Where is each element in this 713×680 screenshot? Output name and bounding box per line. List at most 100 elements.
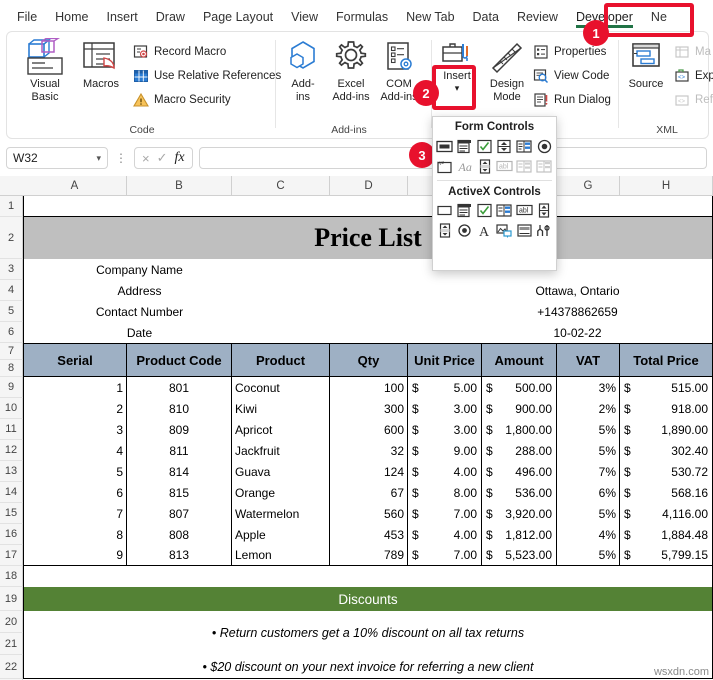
info-label-date[interactable]: Date (23, 322, 255, 343)
combo-list-edit-icon[interactable] (515, 157, 533, 175)
column-header-d[interactable]: D (330, 176, 408, 196)
table-header-product[interactable]: Product (232, 343, 330, 377)
discount-line-1[interactable]: • Return customers get a 10% discount on… (23, 611, 713, 655)
cell-total[interactable]: $515.00 (620, 377, 713, 398)
column-header-b[interactable]: B (127, 176, 232, 196)
cell-vat[interactable]: 7% (557, 461, 620, 482)
tab-next[interactable]: Ne (642, 4, 676, 29)
row-header-6[interactable]: 6 (0, 322, 23, 343)
cell-amount[interactable]: $5,523.00 (482, 545, 557, 566)
toggle-button-icon[interactable] (515, 221, 533, 239)
tab-home[interactable]: Home (46, 4, 97, 29)
scroll-bar-icon[interactable] (476, 157, 494, 175)
row-header-18[interactable]: 18 (0, 566, 23, 587)
info-value-contact-number[interactable]: +14378862659 (443, 301, 713, 322)
macro-security-button[interactable]: Macro Security (133, 92, 231, 108)
cell-serial[interactable]: 8 (23, 524, 127, 545)
cell-product[interactable]: Orange (232, 482, 330, 503)
cell-serial[interactable]: 3 (23, 419, 127, 440)
command-button-icon[interactable] (436, 201, 454, 219)
cell-code[interactable]: 807 (127, 503, 232, 524)
cell-code[interactable]: 809 (127, 419, 232, 440)
cell-unit[interactable]: $9.00 (408, 440, 482, 461)
macros-button[interactable]: Macros (73, 38, 129, 91)
row-header-22[interactable]: 22 (0, 655, 23, 679)
row-header-15[interactable]: 15 (0, 503, 23, 524)
option-button-icon[interactable] (456, 221, 474, 239)
cell-qty[interactable]: 124 (330, 461, 408, 482)
row-header-8[interactable]: 8 (0, 360, 23, 377)
cell-unit[interactable]: $7.00 (408, 545, 482, 566)
cell-product[interactable]: Apricot (232, 419, 330, 440)
column-header-h[interactable]: H (620, 176, 713, 196)
table-header-unit-price[interactable]: Unit Price (408, 343, 482, 377)
price-list-title[interactable]: Price List (23, 217, 713, 259)
cell-code[interactable]: 801 (127, 377, 232, 398)
cell-code[interactable]: 814 (127, 461, 232, 482)
column-header-g[interactable]: G (557, 176, 620, 196)
row-header-21[interactable]: 21 (0, 633, 23, 655)
cancel-icon[interactable]: × (142, 151, 150, 166)
info-label-company-name[interactable]: Company Name (23, 259, 255, 280)
discounts-banner[interactable]: Discounts (23, 587, 713, 611)
cell-qty[interactable]: 100 (330, 377, 408, 398)
cell-serial[interactable]: 9 (23, 545, 127, 566)
cell-serial[interactable]: 2 (23, 398, 127, 419)
cell-amount[interactable]: $496.00 (482, 461, 557, 482)
cell-serial[interactable]: 6 (23, 482, 127, 503)
image-icon[interactable] (496, 221, 514, 239)
table-header-amount[interactable]: Amount (482, 343, 557, 377)
combo-box-icon[interactable] (456, 137, 474, 155)
cell-vat[interactable]: 5% (557, 545, 620, 566)
info-label-address[interactable]: Address (23, 280, 255, 301)
cell-serial[interactable]: 7 (23, 503, 127, 524)
cell-amount[interactable]: $900.00 (482, 398, 557, 419)
row-header-10[interactable]: 10 (0, 398, 23, 419)
cell-serial[interactable]: 4 (23, 440, 127, 461)
row-header-12[interactable]: 12 (0, 440, 23, 461)
name-box-chevron-icon[interactable]: ▾ (96, 153, 101, 164)
cell-total[interactable]: $1,884.48 (620, 524, 713, 545)
chevron-down-icon[interactable]: ▾ (435, 83, 479, 93)
cell-qty[interactable]: 789 (330, 545, 408, 566)
row-header-16[interactable]: 16 (0, 524, 23, 545)
cell-total[interactable]: $4,116.00 (620, 503, 713, 524)
run-dialog-button[interactable]: Run Dialog (533, 92, 611, 108)
cell-product[interactable]: Apple (232, 524, 330, 545)
cell-product[interactable]: Guava (232, 461, 330, 482)
cell-code[interactable]: 808 (127, 524, 232, 545)
cell-total[interactable]: $568.16 (620, 482, 713, 503)
cell-product[interactable]: Watermelon (232, 503, 330, 524)
cell-total[interactable]: $5,799.15 (620, 545, 713, 566)
row-header-20[interactable]: 20 (0, 611, 23, 633)
table-header-vat[interactable]: VAT (557, 343, 620, 377)
cell-unit[interactable]: $4.00 (408, 461, 482, 482)
tab-view[interactable]: View (282, 4, 327, 29)
cell-total[interactable]: $1,890.00 (620, 419, 713, 440)
cell-unit[interactable]: $3.00 (408, 419, 482, 440)
refresh-data-button[interactable]: <> Ref (674, 92, 713, 108)
cell-unit[interactable]: $7.00 (408, 503, 482, 524)
text-box-icon[interactable]: abl (515, 201, 533, 219)
tab-new-tab[interactable]: New Tab (397, 4, 463, 29)
table-header-total-price[interactable]: Total Price (620, 343, 713, 377)
column-header-a[interactable]: A (23, 176, 127, 196)
info-label-contact-number[interactable]: Contact Number (23, 301, 255, 322)
cell-qty[interactable]: 453 (330, 524, 408, 545)
cell-serial[interactable]: 5 (23, 461, 127, 482)
cell-code[interactable]: 810 (127, 398, 232, 419)
cell-amount[interactable]: $1,812.00 (482, 524, 557, 545)
spin-button-icon[interactable] (535, 201, 553, 219)
cell-amount[interactable]: $288.00 (482, 440, 557, 461)
tab-file[interactable]: File (8, 4, 46, 29)
tab-insert[interactable]: Insert (98, 4, 147, 29)
row-header-14[interactable]: 14 (0, 482, 23, 503)
insert-function-icon[interactable]: fx (175, 150, 185, 166)
check-box-icon[interactable] (476, 201, 494, 219)
spin-button-icon[interactable] (496, 137, 514, 155)
cell-product[interactable]: Kiwi (232, 398, 330, 419)
expansion-packs-button[interactable]: <> Exp (674, 68, 713, 84)
cell-unit[interactable]: $3.00 (408, 398, 482, 419)
cell-vat[interactable]: 3% (557, 377, 620, 398)
more-controls-icon[interactable] (535, 221, 553, 239)
